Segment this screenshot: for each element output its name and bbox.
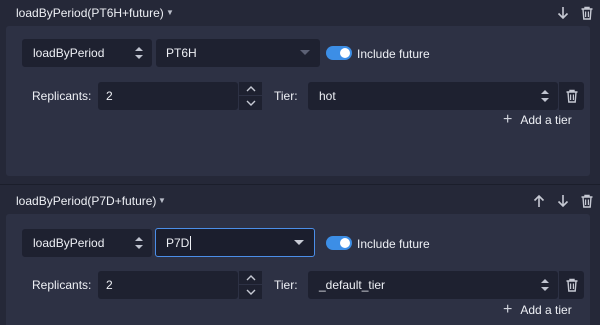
- increment-icon[interactable]: [239, 271, 263, 285]
- rule-divider: [0, 184, 600, 185]
- rule-2-header[interactable]: loadByPeriod(P7D+future) ▼: [0, 188, 600, 214]
- rule-type-value: loadByPeriod: [33, 236, 105, 250]
- tier-select[interactable]: _default_tier: [308, 271, 558, 299]
- trash-icon[interactable]: [579, 5, 595, 21]
- replicants-value: 2: [106, 89, 113, 103]
- add-tier-label: Add a tier: [520, 303, 572, 317]
- include-future-label: Include future: [357, 237, 430, 251]
- replicants-input[interactable]: 2: [98, 271, 238, 299]
- period-input[interactable]: PT6H: [156, 39, 320, 67]
- select-arrows-icon: [135, 237, 143, 249]
- tier-select[interactable]: hot: [308, 82, 558, 110]
- replicants-stepper[interactable]: [238, 82, 263, 110]
- add-tier-button[interactable]: + Add a tier: [503, 301, 572, 318]
- rule-type-value: loadByPeriod: [33, 46, 105, 60]
- replicants-label: Replicants:: [32, 278, 92, 292]
- rule-type-select[interactable]: loadByPeriod: [22, 39, 152, 67]
- remove-tier-button[interactable]: [558, 271, 584, 299]
- chevron-down-icon[interactable]: [294, 240, 304, 245]
- rule-title[interactable]: loadByPeriod(P7D+future): [16, 194, 156, 208]
- rule-1-card: loadByPeriod PT6H Include future Replica…: [6, 26, 590, 176]
- chevron-down-icon[interactable]: ▼: [158, 196, 166, 205]
- period-input[interactable]: P7D: [155, 228, 315, 257]
- select-arrows-icon: [541, 90, 549, 102]
- rule-type-select[interactable]: loadByPeriod: [22, 229, 152, 257]
- toggle-knob: [340, 48, 350, 58]
- arrow-down-icon[interactable]: [555, 5, 571, 21]
- decrement-icon[interactable]: [239, 285, 263, 299]
- period-value: P7D: [166, 235, 190, 250]
- rule-2-card: loadByPeriod P7D Include future Replican…: [6, 214, 590, 325]
- replicants-value: 2: [106, 278, 113, 292]
- chevron-down-icon[interactable]: [300, 50, 310, 55]
- add-tier-button[interactable]: + Add a tier: [503, 111, 572, 128]
- tier-label: Tier:: [274, 89, 298, 103]
- include-future-label: Include future: [357, 47, 430, 61]
- include-future-toggle[interactable]: [326, 236, 352, 250]
- tier-label: Tier:: [274, 278, 298, 292]
- period-value: PT6H: [166, 46, 197, 60]
- rule-1-header[interactable]: loadByPeriod(PT6H+future) ▼: [0, 0, 600, 26]
- select-arrows-icon: [541, 279, 549, 291]
- tier-value: _default_tier: [319, 278, 386, 292]
- trash-icon[interactable]: [579, 193, 595, 209]
- select-arrows-icon: [135, 47, 143, 59]
- add-tier-label: Add a tier: [520, 113, 572, 127]
- toggle-knob: [340, 238, 350, 248]
- tier-value: hot: [319, 89, 336, 103]
- replicants-label: Replicants:: [32, 89, 92, 103]
- replicants-stepper[interactable]: [238, 271, 263, 299]
- plus-icon: +: [503, 301, 513, 318]
- replicants-input[interactable]: 2: [98, 82, 238, 110]
- text-cursor: [190, 235, 192, 250]
- trash-icon: [566, 278, 577, 292]
- decrement-icon[interactable]: [239, 96, 263, 110]
- arrow-down-icon[interactable]: [555, 193, 571, 209]
- include-future-toggle[interactable]: [326, 46, 352, 60]
- plus-icon: +: [503, 111, 513, 128]
- trash-icon: [566, 89, 577, 103]
- remove-tier-button[interactable]: [558, 82, 584, 110]
- arrow-up-icon[interactable]: [531, 193, 547, 209]
- chevron-down-icon[interactable]: ▼: [166, 8, 174, 17]
- increment-icon[interactable]: [239, 82, 263, 96]
- rule-title[interactable]: loadByPeriod(PT6H+future): [16, 6, 164, 20]
